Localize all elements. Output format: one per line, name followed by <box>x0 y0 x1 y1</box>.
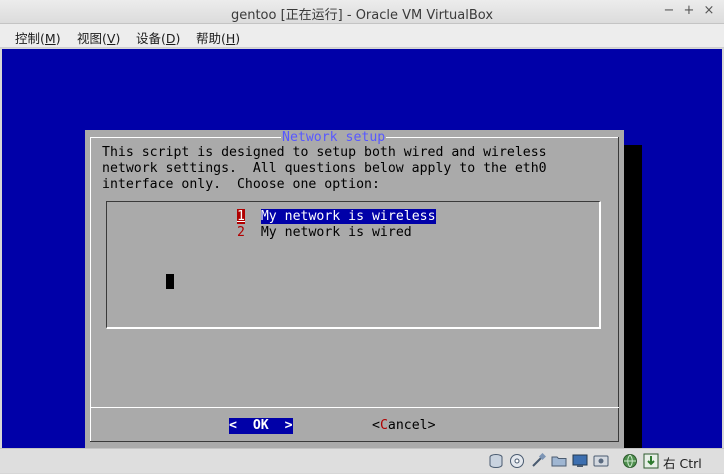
menubar: 控制(M) 视图(V) 设备(D) 帮助(H) <box>0 24 724 48</box>
ok-button[interactable]: < OK > <box>229 418 293 434</box>
menu-devices[interactable]: 设备(D) <box>136 28 180 47</box>
window-title: gentoo [正在运行] - Oracle VM VirtualBox <box>230 8 494 23</box>
mouse-integration-icon[interactable] <box>643 453 659 469</box>
dialog-title: Network setup <box>281 130 387 146</box>
display-icon[interactable] <box>572 453 588 469</box>
option-label: My network is wired <box>260 225 412 240</box>
button-separator <box>90 407 619 408</box>
menu-help[interactable]: 帮助(H) <box>196 28 240 47</box>
host-key-label: 右 Ctrl <box>663 456 702 471</box>
usb-icon[interactable] <box>530 452 547 469</box>
menu-view[interactable]: 视图(V) <box>77 28 120 47</box>
close-button[interactable]: × <box>702 4 716 18</box>
dialog-border <box>90 441 619 442</box>
menu-control[interactable]: 控制(M) <box>15 28 61 47</box>
dialog-prompt: This script is designed to setup both wi… <box>102 145 547 192</box>
window-titlebar: gentoo [正在运行] - Oracle VM VirtualBox − +… <box>0 0 724 24</box>
network-setup-dialog: Network setup This script is designed to… <box>85 130 624 450</box>
cancel-button[interactable]: <Cancel> <box>372 418 436 434</box>
text-cursor <box>166 274 174 289</box>
option-tag: 1 <box>237 209 245 224</box>
video-capture-icon[interactable] <box>593 453 609 469</box>
minimize-button[interactable]: − <box>662 4 676 18</box>
network-icon[interactable] <box>622 453 638 469</box>
dialog-border <box>90 137 91 441</box>
optical-disk-icon[interactable] <box>509 453 525 469</box>
option-tag: 2 <box>237 225 245 240</box>
option-label: My network is wireless <box>260 209 436 224</box>
option-wireless[interactable]: 1 My network is wireless <box>237 209 436 225</box>
statusbar: 右 Ctrl <box>0 448 724 473</box>
maximize-button[interactable]: + <box>682 4 696 18</box>
vm-screen[interactable]: Network setup This script is designed to… <box>2 49 722 465</box>
shared-folder-icon[interactable] <box>551 453 567 469</box>
option-wired[interactable]: 2 My network is wired <box>237 225 412 241</box>
hard-disk-icon[interactable] <box>488 453 504 469</box>
